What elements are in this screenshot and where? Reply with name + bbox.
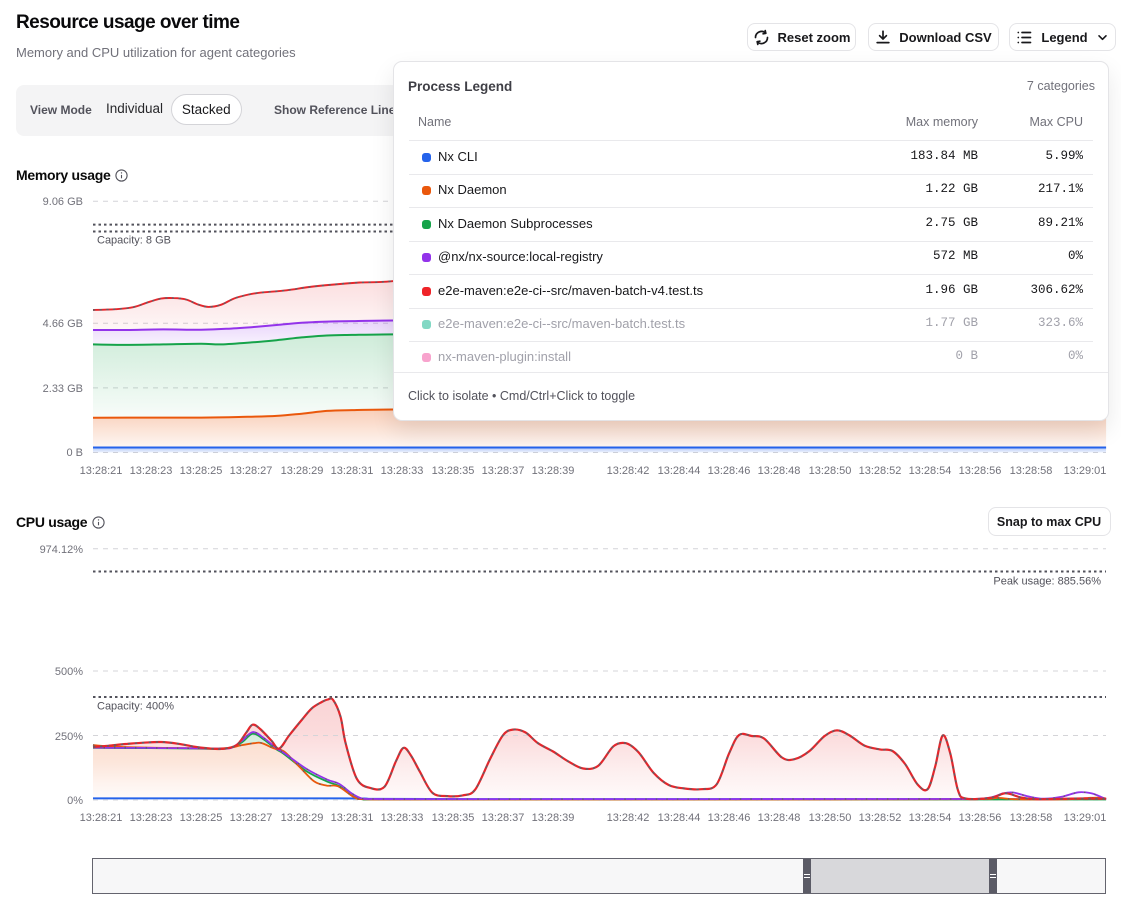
- svg-text:13:28:46: 13:28:46: [708, 812, 751, 824]
- svg-text:13:28:23: 13:28:23: [130, 812, 173, 824]
- svg-text:13:28:44: 13:28:44: [658, 812, 701, 824]
- svg-text:13:28:25: 13:28:25: [180, 465, 223, 477]
- svg-text:13:28:39: 13:28:39: [532, 465, 575, 477]
- svg-text:13:28:52: 13:28:52: [859, 812, 902, 824]
- svg-text:13:28:39: 13:28:39: [532, 812, 575, 824]
- svg-text:2.33 GB: 2.33 GB: [43, 383, 83, 395]
- svg-text:13:28:29: 13:28:29: [281, 812, 324, 824]
- svg-text:13:28:52: 13:28:52: [859, 465, 902, 477]
- svg-text:13:28:27: 13:28:27: [230, 812, 273, 824]
- svg-text:13:28:33: 13:28:33: [381, 812, 424, 824]
- svg-text:500%: 500%: [55, 666, 83, 678]
- svg-text:13:28:42: 13:28:42: [607, 465, 650, 477]
- svg-text:0 B: 0 B: [66, 447, 83, 459]
- svg-text:Capacity: 400%: Capacity: 400%: [97, 701, 174, 713]
- svg-text:13:29:01: 13:29:01: [1064, 812, 1107, 824]
- svg-text:13:28:58: 13:28:58: [1010, 465, 1053, 477]
- svg-text:250%: 250%: [55, 731, 83, 743]
- svg-text:13:28:56: 13:28:56: [959, 812, 1002, 824]
- svg-text:13:28:31: 13:28:31: [331, 812, 374, 824]
- svg-text:13:28:44: 13:28:44: [658, 465, 701, 477]
- svg-text:13:28:35: 13:28:35: [432, 465, 475, 477]
- svg-text:13:29:01: 13:29:01: [1064, 465, 1107, 477]
- svg-text:13:28:33: 13:28:33: [381, 465, 424, 477]
- svg-text:13:28:23: 13:28:23: [130, 465, 173, 477]
- svg-text:13:28:54: 13:28:54: [909, 812, 952, 824]
- svg-text:Peak usage: 885.56%: Peak usage: 885.56%: [993, 576, 1101, 588]
- svg-text:4.66 GB: 4.66 GB: [43, 318, 83, 330]
- svg-text:13:28:48: 13:28:48: [758, 465, 801, 477]
- svg-text:13:28:21: 13:28:21: [80, 812, 123, 824]
- svg-text:9.06 GB: 9.06 GB: [43, 196, 83, 208]
- svg-text:13:28:50: 13:28:50: [809, 465, 852, 477]
- svg-text:Capacity: 8 GB: Capacity: 8 GB: [97, 235, 171, 247]
- svg-text:13:28:48: 13:28:48: [758, 812, 801, 824]
- svg-text:13:28:37: 13:28:37: [482, 465, 525, 477]
- svg-text:13:28:50: 13:28:50: [809, 812, 852, 824]
- svg-text:13:28:58: 13:28:58: [1010, 812, 1053, 824]
- svg-text:13:28:21: 13:28:21: [80, 465, 123, 477]
- svg-text:13:28:54: 13:28:54: [909, 465, 952, 477]
- svg-text:0%: 0%: [67, 795, 83, 807]
- svg-text:13:28:27: 13:28:27: [230, 465, 273, 477]
- svg-text:13:28:25: 13:28:25: [180, 812, 223, 824]
- svg-text:13:28:37: 13:28:37: [482, 812, 525, 824]
- svg-text:13:28:46: 13:28:46: [708, 465, 751, 477]
- svg-text:13:28:35: 13:28:35: [432, 812, 475, 824]
- svg-text:974.12%: 974.12%: [40, 544, 84, 556]
- svg-text:13:28:42: 13:28:42: [607, 812, 650, 824]
- svg-text:13:28:56: 13:28:56: [959, 465, 1002, 477]
- svg-text:13:28:29: 13:28:29: [281, 465, 324, 477]
- svg-text:13:28:31: 13:28:31: [331, 465, 374, 477]
